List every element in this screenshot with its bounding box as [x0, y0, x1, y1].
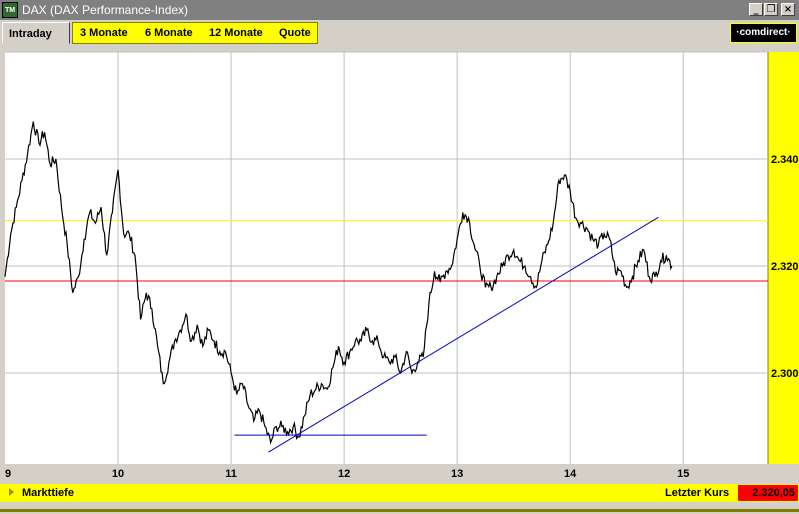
- minimize-button[interactable]: _: [749, 3, 763, 16]
- x-tick-label: 15: [677, 468, 689, 480]
- close-button[interactable]: ×: [781, 3, 795, 16]
- chart-svg: 9 10 11 12 13 14 15 2.300 2.320 2.340: [0, 46, 799, 482]
- x-tick-label: 13: [451, 468, 463, 480]
- tab-intraday[interactable]: Intraday: [2, 22, 70, 44]
- timeframe-tab-group: 3 Monate 6 Monate 12 Monate Quote: [72, 22, 318, 44]
- x-tick-label: 14: [564, 468, 577, 480]
- restore-button[interactable]: ❐: [764, 3, 778, 16]
- x-tick-label: 12: [338, 468, 350, 480]
- title-bar: TM DAX (DAX Performance-Index) _ ❐ ×: [0, 0, 799, 20]
- tab-12-monate[interactable]: 12 Monate: [209, 23, 263, 43]
- x-tick-label: 10: [112, 468, 124, 480]
- window-title: DAX (DAX Performance-Index): [22, 3, 189, 17]
- app-icon: TM: [2, 2, 18, 18]
- intraday-chart: 9 10 11 12 13 14 15 2.300 2.320 2.340: [0, 46, 799, 482]
- bottom-strip: [0, 502, 799, 514]
- x-tick-label: 11: [225, 468, 237, 480]
- tab-quote[interactable]: Quote: [279, 23, 311, 43]
- chart-left-margin: [0, 46, 5, 482]
- y-axis-panel: [768, 52, 799, 464]
- expand-arrow-icon[interactable]: [9, 488, 14, 496]
- y-tick-label: 2.340: [771, 154, 799, 166]
- last-price-value: 2.320,05: [738, 485, 798, 501]
- bottom-border: [0, 509, 799, 512]
- y-tick-label: 2.320: [771, 261, 799, 273]
- tab-3-monate[interactable]: 3 Monate: [80, 23, 128, 43]
- comdirect-logo: ·comdirect·: [730, 23, 797, 43]
- y-tick-label: 2.300: [771, 368, 799, 380]
- markttiefe-link[interactable]: Markttiefe: [22, 486, 74, 500]
- tab-6-monate[interactable]: 6 Monate: [145, 23, 193, 43]
- plot-area: [5, 52, 768, 464]
- timeframe-toolbar: Intraday 3 Monate 6 Monate 12 Monate Quo…: [0, 20, 799, 46]
- last-price-label: Letzter Kurs: [665, 487, 730, 499]
- status-footer: Markttiefe Letzter Kurs 2.320,05: [0, 484, 799, 502]
- x-tick-label: 9: [5, 468, 11, 480]
